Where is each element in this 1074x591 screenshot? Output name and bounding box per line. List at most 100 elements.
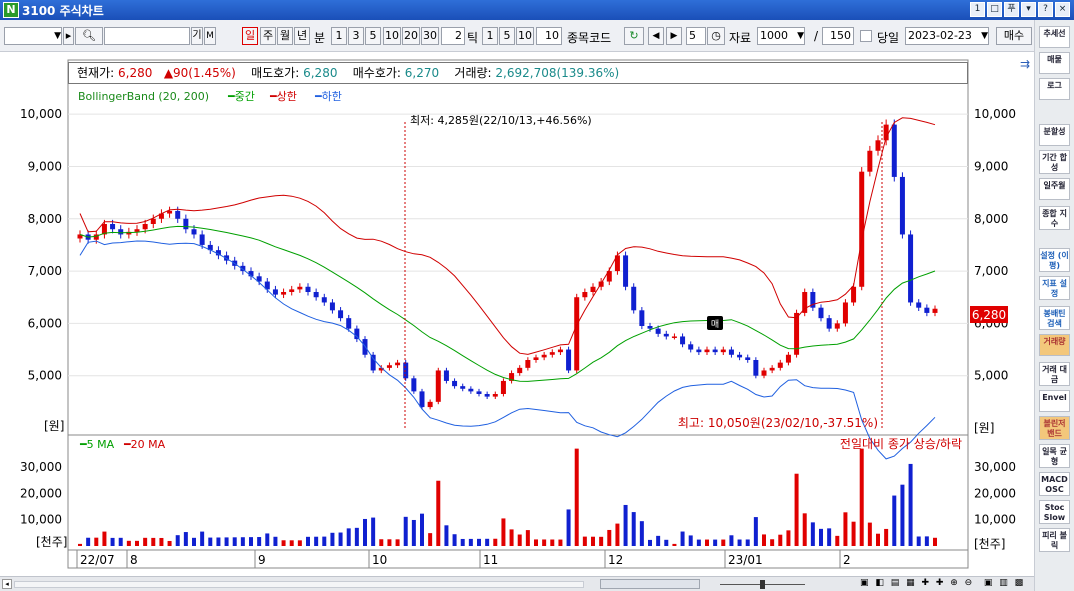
period-day-button[interactable]: 일 <box>242 27 258 45</box>
price-change: ▲90(1.45%) <box>163 66 236 80</box>
minimize-button[interactable]: ▾ <box>1021 2 1036 17</box>
status-tools-icons[interactable]: ▣ ◧ ▤ ▦ ✚ ✚ ⊕ ⊖ ▣ ▥ ▩ <box>860 578 1025 588</box>
gi-button[interactable]: 기 <box>191 27 203 45</box>
sidebar-btn-10[interactable]: 거래량 <box>1039 334 1070 356</box>
candle-body <box>688 344 694 350</box>
close-button[interactable]: × <box>1055 2 1070 17</box>
scroll-left-icon[interactable]: ◂ <box>2 579 12 589</box>
candle-body <box>557 349 563 353</box>
volume-bar <box>126 540 131 546</box>
minute-label: 분 <box>314 31 326 45</box>
clock-icon[interactable]: ◷ <box>707 27 725 45</box>
date-picker[interactable]: 2023-02-23 ▼ <box>905 27 989 45</box>
sidebar-btn-5[interactable]: 일주월 <box>1039 178 1070 200</box>
volume-bar <box>558 539 563 546</box>
volume-bar <box>876 533 880 546</box>
price-unit-left: [원] <box>44 419 64 433</box>
volume-bar <box>289 540 294 546</box>
volume-bar <box>118 537 123 546</box>
horizontal-scrollbar[interactable] <box>14 581 584 588</box>
search-icon[interactable]: 🔍︎ <box>75 27 103 45</box>
candle-body <box>183 218 189 230</box>
count-field[interactable]: 5 <box>686 27 706 45</box>
volume-bar <box>151 537 156 546</box>
sidebar-btn-9[interactable]: 봉배틴 검색 <box>1039 306 1070 330</box>
sidebar-btn-7[interactable]: 설정 (이평) <box>1039 248 1070 272</box>
tick-10-button[interactable]: 10 <box>516 27 534 45</box>
m-button[interactable]: M <box>204 27 216 45</box>
volume-bar <box>713 539 718 546</box>
period-month-button[interactable]: 월 <box>277 27 293 45</box>
minute-30-button[interactable]: 30 <box>421 27 439 45</box>
volume-bar <box>884 528 889 546</box>
volume-bar <box>159 537 164 546</box>
volume-bar <box>786 530 791 546</box>
sidebar-btn-17[interactable]: 피리 볼릭 <box>1039 528 1070 552</box>
volume-bar <box>224 537 229 546</box>
candle-body <box>842 302 848 324</box>
volume-bar <box>94 537 99 546</box>
period-week-button[interactable]: 주 <box>260 27 276 45</box>
volume-bar <box>240 537 245 546</box>
volume-bar <box>322 536 327 546</box>
candle-body <box>769 367 775 371</box>
volume-bar <box>110 537 115 546</box>
today-checkbox[interactable] <box>860 30 872 42</box>
candle-body <box>321 297 327 303</box>
candle-body <box>525 360 531 368</box>
sidebar-btn-15[interactable]: MACD OSC <box>1039 472 1070 496</box>
price-tick-left: 5,000 <box>28 369 62 383</box>
sidebar-btn-11[interactable]: 거래 대금 <box>1039 362 1070 386</box>
zoom-slider[interactable] <box>720 580 805 589</box>
sell-marker-text: 매 <box>711 319 719 330</box>
tick-1-button[interactable]: 1 <box>482 27 498 45</box>
sidebar-btn-0[interactable]: 추세선 <box>1039 26 1070 48</box>
prev-icon[interactable]: ◀ <box>648 27 664 45</box>
minute-3-button[interactable]: 3 <box>348 27 364 45</box>
trade-type-button[interactable]: 매수 <box>996 27 1032 45</box>
candle-body <box>924 307 930 313</box>
candle-body <box>305 286 311 292</box>
sidebar-btn-6[interactable]: 종합 지수 <box>1039 206 1070 230</box>
stock-code-combo[interactable]: ▼ <box>4 27 62 45</box>
minute-20-button[interactable]: 20 <box>402 27 420 45</box>
sidebar-btn-4[interactable]: 기간 합성 <box>1039 150 1070 174</box>
volume-bar <box>330 532 335 546</box>
period-year-button[interactable]: 년 <box>294 27 310 45</box>
sidebar-btn-16[interactable]: Stoc Slow <box>1039 500 1070 524</box>
data-count-select[interactable]: 1000 ▼ <box>757 27 805 45</box>
panel-expand-icon: ⇉ <box>1020 57 1030 71</box>
sidebar-btn-2[interactable]: 로그 <box>1039 78 1070 100</box>
sidebar-btn-12[interactable]: Envel <box>1039 390 1070 412</box>
volume-bar <box>249 537 253 546</box>
window-btn-3[interactable]: 푸 <box>1004 2 1019 17</box>
minute-1-button[interactable]: 1 <box>331 27 347 45</box>
minute-5-button[interactable]: 5 <box>365 27 381 45</box>
sidebar-btn-3[interactable]: 분할성 <box>1039 124 1070 146</box>
sidebar-btn-14[interactable]: 일목 균형 <box>1039 444 1070 468</box>
scrollbar-thumb[interactable] <box>600 579 700 589</box>
volume-bar <box>525 530 530 546</box>
sidebar-btn-1[interactable]: 매물 <box>1039 52 1070 74</box>
sidebar-btn-8[interactable]: 지표 설정 <box>1039 276 1070 300</box>
play-icon[interactable]: ▸ <box>63 27 74 45</box>
price-tick-right: 7,000 <box>974 264 1008 278</box>
tick-value-field[interactable]: 10 <box>536 27 562 45</box>
current-price-value: 6,280 <box>118 66 153 80</box>
stock-name-field[interactable] <box>104 27 190 45</box>
sidebar-btn-13[interactable]: 볼린저 밴드 <box>1039 416 1070 440</box>
window-btn-2[interactable]: □ <box>987 2 1002 17</box>
minute-10-button[interactable]: 10 <box>383 27 401 45</box>
refresh-icon[interactable]: ↻ <box>624 27 644 45</box>
window-btn-1[interactable]: 1 <box>970 2 985 17</box>
volume-bar <box>631 512 636 546</box>
help-button[interactable]: ? <box>1038 2 1053 17</box>
tick-count-field[interactable]: 2 <box>441 27 465 45</box>
next-icon[interactable]: ▶ <box>666 27 682 45</box>
toolbar: ▼ ▸ 🔍︎ 기 M 일 주 월 년 분 1 3 5 10 20 30 2 틱 … <box>0 20 1034 52</box>
volume-bar <box>607 529 612 546</box>
tick-5-button[interactable]: 5 <box>499 27 515 45</box>
view-count-field[interactable]: 150 <box>822 27 854 45</box>
volume-bar <box>314 536 319 546</box>
stock-chart[interactable]: 10,000 10,000 9,000 9,000 8,000 8,000 7,000 7,0… <box>0 52 1034 576</box>
